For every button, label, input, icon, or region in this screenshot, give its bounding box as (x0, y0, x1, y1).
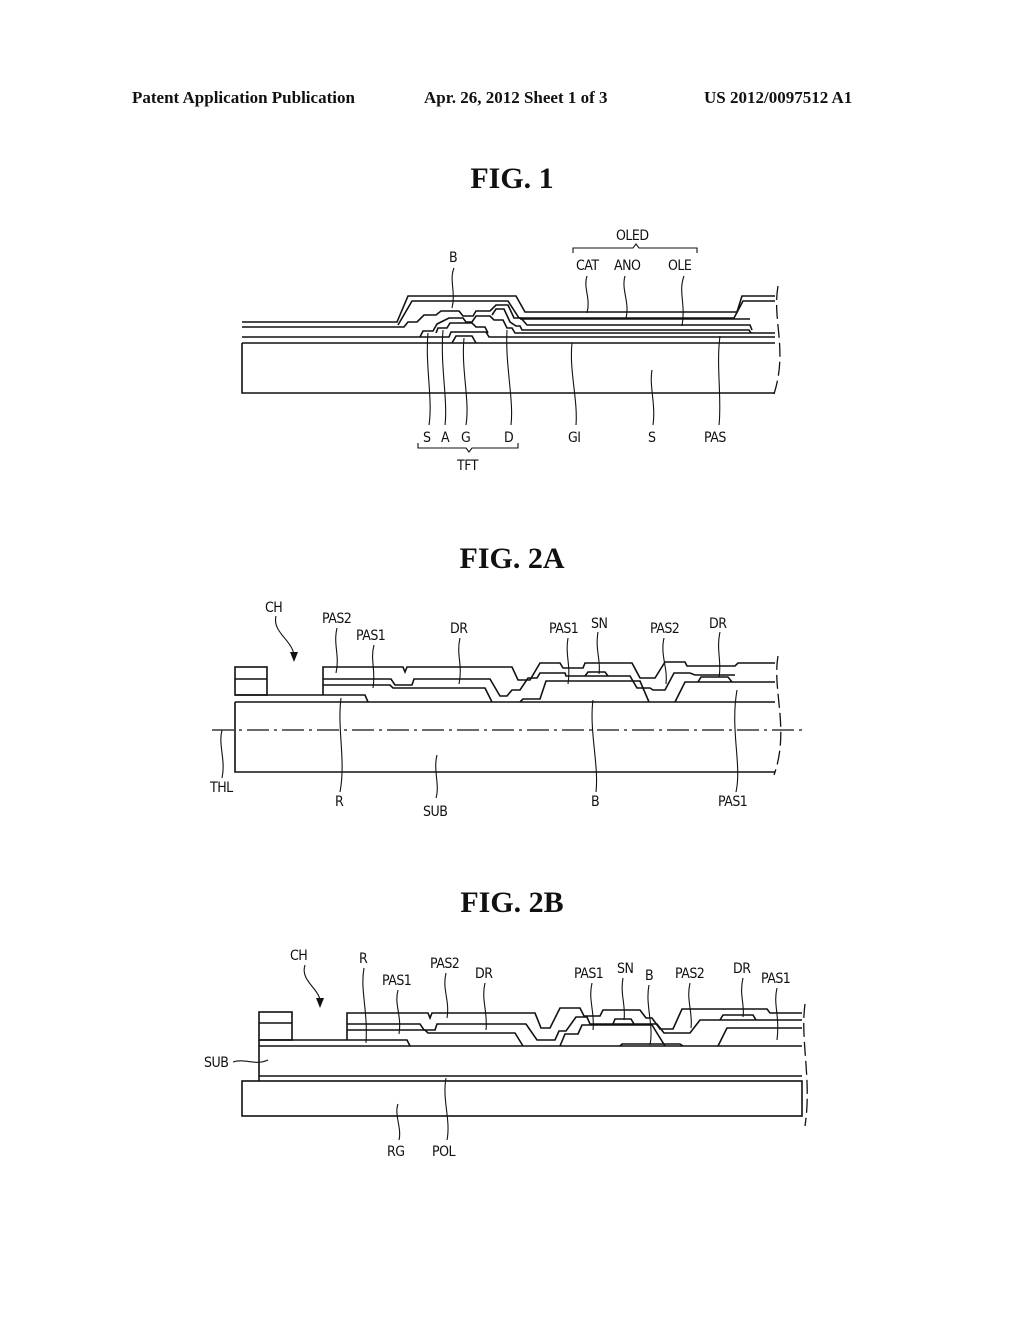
fig2b-leader-pas2-right (688, 982, 692, 1029)
fig2a-cross-section (212, 655, 805, 776)
fig2b-label-sn: SN (617, 961, 633, 977)
fig2b-pas1-right (717, 1027, 802, 1047)
fig2b-label-sub: SUB (204, 1055, 228, 1071)
fig2b-label-dr-right: DR (733, 961, 751, 977)
fig2a-substrate (234, 702, 775, 773)
fig2b-label-pol: POL (432, 1144, 456, 1160)
fig1-oled-brace (572, 243, 698, 253)
fig2a-leader-sn (596, 631, 600, 675)
fig1-label-b: B (449, 250, 457, 266)
fig1-cross-section (241, 285, 781, 395)
fig2b-label-b: B (645, 968, 653, 984)
fig2b-pas1-mid (559, 1024, 666, 1047)
fig2b-dr-left (347, 1029, 524, 1047)
fig2a-pas1-right (674, 681, 775, 703)
fig1-leader-a (441, 329, 447, 426)
fig2b-label-rg: RG (387, 1144, 405, 1160)
fig2a-ch-arrowhead (290, 652, 298, 662)
fig2a-label-pas1-mid: PAS1 (549, 621, 578, 637)
fig2a-leader-pas1-mid (566, 637, 570, 685)
fig2b-label-r: R (359, 951, 368, 967)
fig2a-leader-thl (220, 729, 224, 779)
fig1-label-gi: GI (568, 430, 580, 446)
fig2b-title: FIG. 2B (460, 886, 564, 919)
fig1-label-ano: ANO (614, 258, 641, 274)
fig2a-label-pas2-right: PAS2 (650, 621, 679, 637)
fig1-label-pas: PAS (704, 430, 726, 446)
fig2b-left-pad (258, 1011, 293, 1041)
fig2a-break-line (773, 655, 782, 776)
fig1-leader-s2 (650, 369, 655, 426)
fig2a-label-ch: CH (265, 600, 282, 616)
fig2a-leader-pas2-right (662, 637, 667, 685)
fig2b-leader-sn (621, 977, 625, 1021)
fig2a-ch-arrow-line (274, 615, 295, 656)
fig2b-ch-arrow-line (303, 964, 321, 1001)
fig1-leader-g (462, 337, 468, 426)
fig1-label-g: G (461, 430, 470, 446)
fig2b-rg-substrate (241, 1080, 803, 1117)
fig1-leader-pas (718, 335, 721, 426)
fig2a-leader-b (591, 699, 598, 793)
fig1-label-d: D (504, 430, 513, 446)
fig1-leader-s (426, 332, 431, 426)
fig1-label-oled: OLED (616, 228, 649, 244)
fig2a-leader-r (339, 697, 343, 793)
fig2a-label-pas1-left: PAS1 (356, 628, 385, 644)
fig2a-leader-dr-right (718, 631, 721, 678)
fig2a-label-thl: THL (209, 780, 233, 796)
fig2b-cross-section (241, 1003, 808, 1127)
fig2b-leader-sub (232, 1059, 269, 1063)
fig2b-leader-pol (444, 1077, 449, 1141)
fig2a-label-dr-left: DR (450, 621, 468, 637)
fig2a-title: FIG. 2A (459, 542, 565, 575)
fig1-label-a: A (441, 430, 450, 446)
fig1-label-s2: S (648, 430, 656, 446)
fig2a-label-sn: SN (591, 616, 607, 632)
fig1-leader-gi (570, 342, 577, 426)
fig2a-label-dr-right: DR (709, 616, 727, 632)
fig2a-dr-left (323, 684, 493, 703)
fig2b-label-pas1-right: PAS1 (761, 971, 790, 987)
fig2b-label-dr-left: DR (475, 966, 493, 982)
fig2b-leader-rg (396, 1103, 401, 1141)
fig2a-label-r: R (335, 794, 344, 810)
fig1-label-cat: CAT (576, 258, 599, 274)
fig1-bank-inner (397, 300, 775, 326)
fig2b-label-pas1-left: PAS1 (382, 973, 411, 989)
fig2b-layer-r (259, 1039, 411, 1047)
fig2b-leader-pas1-right (775, 987, 779, 1041)
fig2a-label-sub: SUB (423, 804, 447, 820)
fig2b-label-pas1-mid: PAS1 (574, 966, 603, 982)
fig2a-label-pas1-bottom: PAS1 (718, 794, 747, 810)
fig2b-label-pas2-left: PAS2 (430, 956, 459, 972)
fig2b-leader-pas1-left (396, 989, 401, 1035)
fig2b-leader-dr-left (483, 982, 487, 1031)
fig2b-leader-r (362, 967, 367, 1044)
fig2a-leader-dr-left (458, 637, 461, 685)
fig2a-leader-sub (435, 754, 438, 799)
fig2b-leader-pas1-mid (590, 982, 594, 1031)
fig2b-ch-arrowhead (316, 998, 324, 1008)
fig2b-leader-b (647, 984, 652, 1046)
fig1-break-line (773, 285, 781, 395)
fig2a-leader-pas1-bottom (734, 689, 739, 793)
fig2b-label-pas2-right: PAS2 (675, 966, 704, 982)
fig2b-leader-pas2-left (444, 972, 449, 1019)
fig1-label-s: S (423, 430, 431, 446)
fig2a-left-pad (234, 666, 268, 696)
fig1-label-tft: TFT (456, 458, 479, 474)
fig1-label-ole: OLE (668, 258, 692, 274)
fig2a-layer-r (235, 694, 369, 703)
fig2a-label-b: B (591, 794, 599, 810)
fig1-leader-b (451, 267, 455, 309)
fig1-drawing: OLED CAT ANO OLE B S A G D GI S PAS TFT (204, 228, 808, 1160)
fig2a-pas1-mid (519, 680, 650, 703)
fig1-leader-cat (585, 275, 589, 314)
fig2b-label-ch: CH (290, 948, 307, 964)
fig1-leader-d (506, 329, 513, 426)
fig2b-leader-dr-right (741, 977, 744, 1018)
fig2a-label-pas2-left: PAS2 (322, 611, 351, 627)
fig2b-break-line (803, 1003, 808, 1127)
